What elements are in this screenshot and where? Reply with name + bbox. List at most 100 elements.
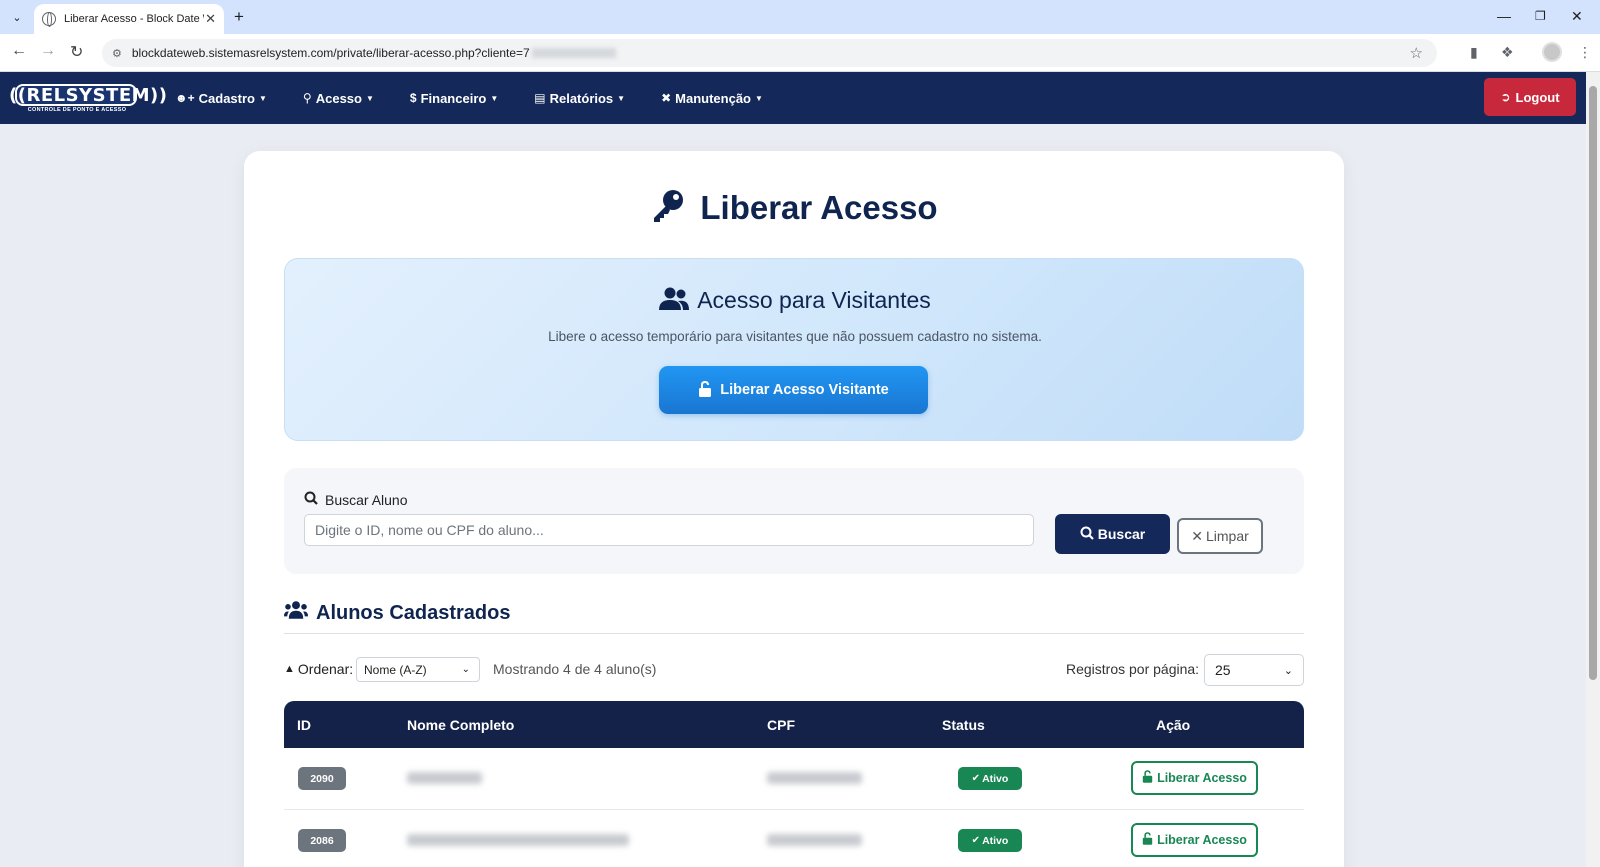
reload-icon[interactable]: ↻ xyxy=(70,42,83,62)
order-label-text: Ordenar: xyxy=(297,661,354,677)
liberar-acesso-button[interactable]: Liberar Acesso xyxy=(1131,761,1258,795)
caret-down-icon: ▼ xyxy=(617,93,626,103)
key-icon xyxy=(650,187,686,231)
users-icon xyxy=(659,287,690,317)
student-cpf-redacted xyxy=(767,772,862,784)
users-icon xyxy=(284,600,308,626)
check-circle-icon: ✔ xyxy=(971,773,981,784)
tab-search-chevron-icon[interactable]: ⌄ xyxy=(6,6,28,28)
close-icon: ✕ xyxy=(1191,527,1203,544)
per-page-label: Registros por página: xyxy=(1066,661,1200,677)
chart-icon: ▤ xyxy=(534,91,546,105)
student-search-input[interactable] xyxy=(304,514,1034,546)
site-settings-icon[interactable]: ⚙ xyxy=(112,47,122,60)
unlock-icon xyxy=(1142,832,1153,848)
chevron-down-icon: ⌄ xyxy=(461,664,470,675)
buscar-button[interactable]: Buscar xyxy=(1055,514,1170,554)
page-title-text: Liberar Acesso xyxy=(700,189,938,226)
search-icon xyxy=(304,491,318,508)
browser-address-bar: ← → ↻ ⚙ blockdateweb.sistemasrelsystem.c… xyxy=(0,34,1600,72)
page-title: Liberar Acesso xyxy=(244,187,1344,231)
minimize-window-icon[interactable]: — xyxy=(1497,8,1511,24)
main-card: Liberar Acesso Acesso para Visitantes Li… xyxy=(244,151,1344,867)
relsystem-logo[interactable]: ((RELSYSTEM)) CONTROLE DE PONTO E ACESSO xyxy=(9,81,168,115)
status-badge: ✔ Ativo xyxy=(958,767,1022,790)
extensions-puzzle-icon[interactable]: ❖ xyxy=(1501,44,1514,61)
col-header-status: Status xyxy=(942,716,985,733)
url-redacted-part xyxy=(531,48,616,58)
new-tab-plus-icon[interactable]: + xyxy=(234,7,244,27)
showing-count-text: Mostrando 4 de 4 aluno(s) xyxy=(493,661,657,677)
liberar-acesso-button[interactable]: Liberar Acesso xyxy=(1131,823,1258,857)
table-row: 2086 ✔ Ativo Liberar Acesso xyxy=(284,810,1304,867)
caret-down-icon: ▼ xyxy=(755,93,763,103)
tab-close-icon[interactable]: ✕ xyxy=(205,11,216,27)
student-search-panel: Buscar Aluno Buscar ✕ Limpar xyxy=(284,468,1304,574)
menu-acesso-label: Acesso xyxy=(315,90,362,106)
visitor-panel-description: Libere o acesso temporário para visitant… xyxy=(548,329,1042,344)
browser-menu-icon[interactable]: ⋮ xyxy=(1578,44,1592,61)
buscar-button-label: Buscar xyxy=(1097,526,1146,542)
col-header-acao: Ação xyxy=(1156,716,1191,733)
order-select[interactable]: Nome (A-Z) ⌄ xyxy=(356,657,480,682)
visitor-panel-title: Acesso para Visitantes xyxy=(285,287,1305,317)
student-id-badge: 2090 xyxy=(298,767,346,790)
student-name-redacted xyxy=(407,772,482,784)
dollar-icon: $ xyxy=(409,91,417,105)
menu-relatorios[interactable]: ▤ Relatórios ▼ xyxy=(534,91,625,106)
sign-out-icon: ➲ xyxy=(1500,90,1511,104)
limpar-button-label: Limpar xyxy=(1205,528,1249,544)
menu-financeiro-label: Financeiro xyxy=(420,90,487,106)
order-select-value: Nome (A-Z) xyxy=(364,662,427,677)
unlock-icon xyxy=(1142,770,1153,786)
forward-arrow-icon[interactable]: → xyxy=(40,42,56,60)
limpar-button[interactable]: ✕ Limpar xyxy=(1177,518,1263,554)
url-omnibox[interactable]: ⚙ blockdateweb.sistemasrelsystem.com/pri… xyxy=(102,39,1437,67)
table-row: 2090 ✔ Ativo Liberar Acesso xyxy=(284,748,1304,810)
menu-manutencao-label: Manutenção xyxy=(675,90,751,106)
key-icon: ⚲ xyxy=(302,91,312,105)
per-page-select[interactable]: 25 ⌄ xyxy=(1204,654,1304,686)
visitor-panel-title-text: Acesso para Visitantes xyxy=(697,287,931,313)
back-arrow-icon[interactable]: ← xyxy=(11,42,27,60)
student-name-redacted xyxy=(407,834,629,846)
menu-acesso[interactable]: ⚲ Acesso ▼ xyxy=(303,91,374,106)
menu-manutencao[interactable]: ✖ Manutenção ▼ xyxy=(661,91,763,106)
table-header: ID Nome Completo CPF Status Ação xyxy=(284,701,1304,748)
search-label-text: Buscar Aluno xyxy=(325,491,408,508)
logo-subtext: CONTROLE DE PONTO E ACESSO xyxy=(27,107,127,113)
caret-down-icon: ▼ xyxy=(259,93,267,103)
menu-financeiro[interactable]: $ Financeiro ▼ xyxy=(410,91,498,106)
col-header-id: ID xyxy=(297,716,311,733)
liberar-acesso-button-label: Liberar Acesso xyxy=(1157,771,1247,785)
check-circle-icon: ✔ xyxy=(971,835,981,846)
restore-window-icon[interactable]: ❐ xyxy=(1535,9,1546,23)
alunos-section-title: Alunos Cadastrados xyxy=(284,600,510,626)
col-header-cpf: CPF xyxy=(767,716,795,733)
bookmark-star-icon[interactable]: ☆ xyxy=(1410,44,1423,62)
chevron-down-icon: ⌄ xyxy=(1283,664,1293,677)
unlock-icon xyxy=(698,380,712,400)
close-window-icon[interactable]: ✕ xyxy=(1571,8,1583,25)
logo-text: ((RELSYSTEM)) xyxy=(9,85,168,106)
browser-tab-title: Liberar Acesso - Block Date We xyxy=(64,13,204,25)
reading-mode-icon[interactable]: ▮ xyxy=(1470,44,1478,61)
caret-down-icon: ▼ xyxy=(365,93,374,103)
status-badge-label: Ativo xyxy=(982,772,1009,785)
liberar-acesso-visitante-button[interactable]: Liberar Acesso Visitante xyxy=(659,366,928,414)
alunos-section-title-text: Alunos Cadastrados xyxy=(316,601,511,624)
menu-cadastro[interactable]: ☻+ Cadastro ▼ xyxy=(175,91,267,106)
logout-button[interactable]: ➲ Logout xyxy=(1484,78,1576,116)
student-id-badge: 2086 xyxy=(298,829,346,852)
visitor-access-panel: Acesso para Visitantes Libere o acesso t… xyxy=(284,258,1304,441)
tools-icon: ✖ xyxy=(661,91,672,105)
student-cpf-redacted xyxy=(767,834,862,846)
search-icon xyxy=(1080,526,1094,543)
url-text: blockdateweb.sistemasrelsystem.com/priva… xyxy=(131,46,530,60)
page-scrollbar-thumb[interactable] xyxy=(1589,86,1597,680)
profile-avatar[interactable] xyxy=(1542,42,1562,62)
globe-icon xyxy=(42,12,56,27)
menu-cadastro-label: Cadastro xyxy=(198,90,255,106)
browser-tab-active[interactable]: Liberar Acesso - Block Date We ✕ xyxy=(34,4,224,34)
caret-down-icon: ▼ xyxy=(490,93,499,103)
